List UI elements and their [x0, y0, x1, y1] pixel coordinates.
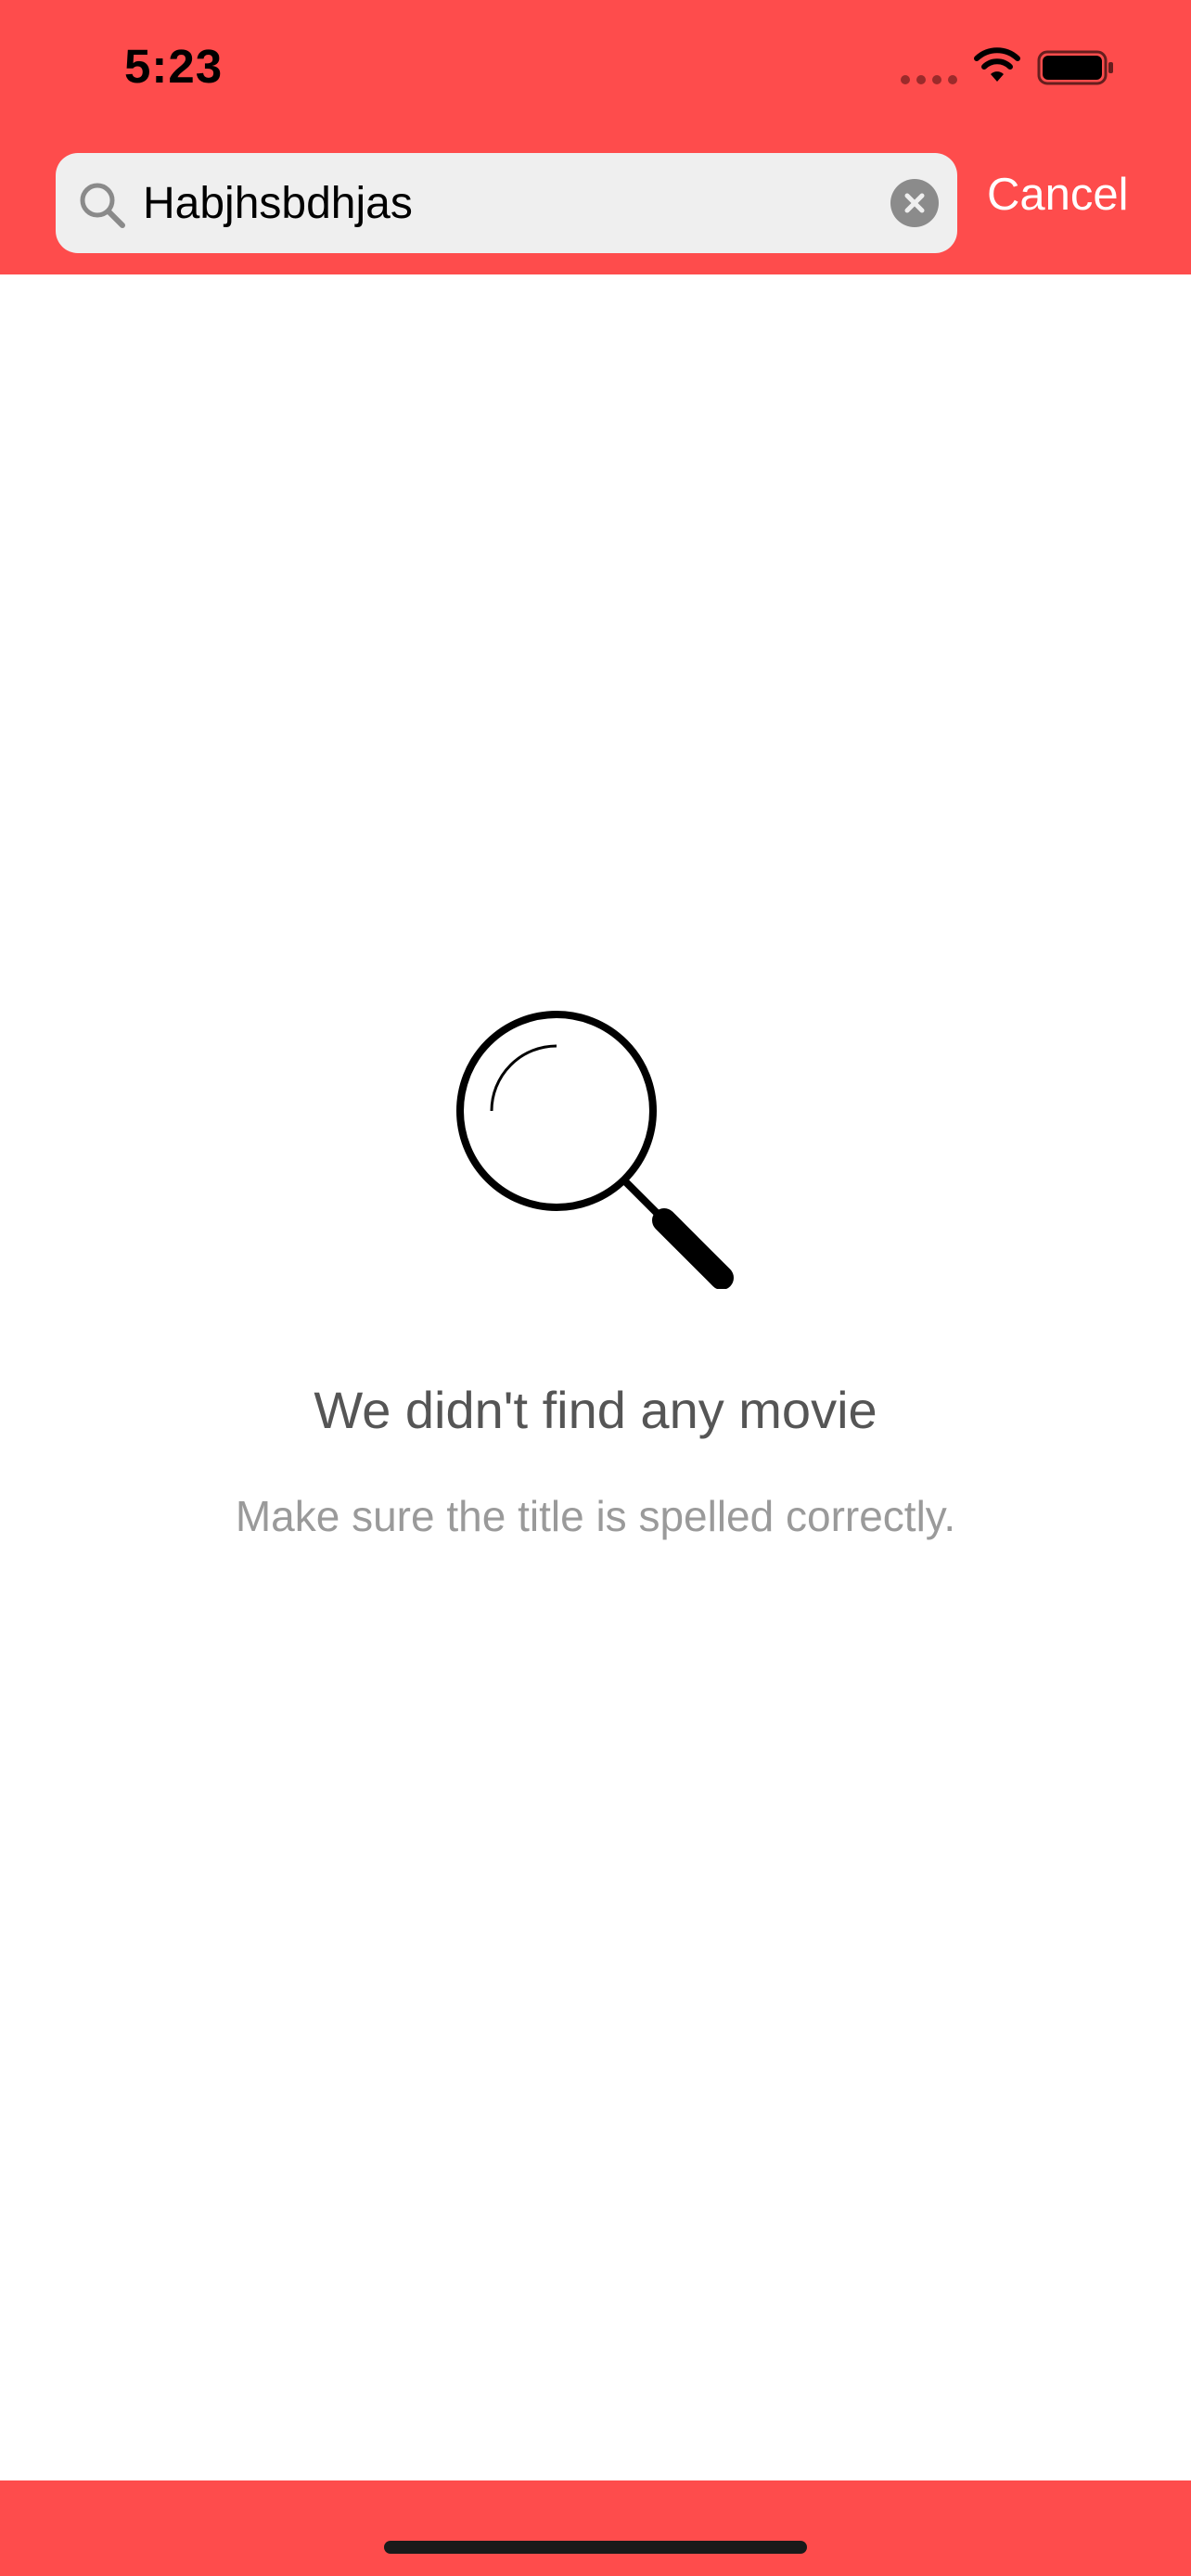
bottom-bar — [0, 2480, 1191, 2576]
search-input[interactable] — [143, 153, 885, 253]
search-screen: 5:23 Habjhsbdhjas Cancel We didn't find … — [0, 0, 1191, 2576]
empty-state-subtitle: Make sure the title is spelled correctly… — [235, 1492, 956, 1540]
status-time: 5:23 — [124, 40, 224, 93]
cancel-button[interactable]: Cancel — [987, 169, 1129, 221]
signal-dots-icon — [901, 75, 957, 84]
wifi-icon — [974, 47, 1020, 82]
search-icon — [80, 183, 125, 228]
battery-icon — [1037, 50, 1113, 85]
search-field[interactable] — [56, 153, 957, 253]
clear-icon — [904, 193, 925, 213]
navigation-bar: 5:23 Habjhsbdhjas Cancel — [0, 0, 1191, 274]
magnifying-glass-icon — [456, 1011, 734, 1289]
home-indicator[interactable] — [384, 2541, 807, 2554]
empty-state-title: We didn't find any movie — [314, 1381, 877, 1439]
clear-search-button[interactable] — [890, 179, 939, 227]
